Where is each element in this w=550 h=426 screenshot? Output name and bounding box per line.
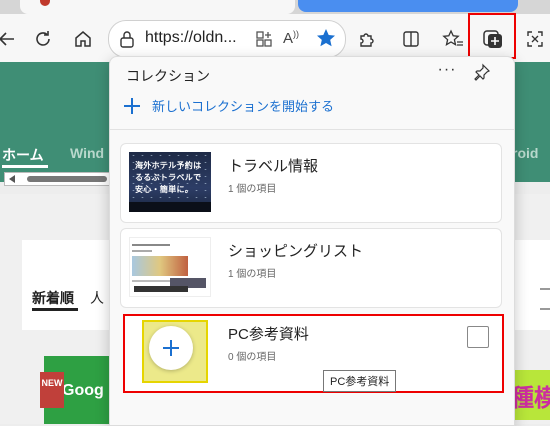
extensions-icon[interactable] bbox=[354, 26, 380, 52]
collections-highlight-box bbox=[468, 13, 516, 59]
page-menu-icon[interactable] bbox=[540, 288, 550, 310]
url-text[interactable]: https://oldn... bbox=[145, 29, 237, 47]
collection-thumbnail bbox=[129, 237, 211, 297]
favorites-icon[interactable] bbox=[440, 26, 466, 52]
page-nav-home[interactable]: ホーム bbox=[2, 145, 44, 165]
home-icon[interactable] bbox=[70, 26, 96, 52]
collection-name: トラベル情報 bbox=[228, 158, 319, 175]
address-bar[interactable]: https://oldn... A)) bbox=[108, 20, 346, 58]
collection-item-count: 1 個の項目 bbox=[228, 269, 277, 280]
lock-icon[interactable] bbox=[119, 30, 135, 53]
thumb-line-2: るるぶトラベルで bbox=[135, 173, 202, 182]
collection-select-checkbox[interactable] bbox=[467, 326, 489, 348]
page-side-card bbox=[512, 240, 550, 330]
collection-item-count: 1 個の項目 bbox=[228, 184, 277, 195]
collection-name: PC参考資料 bbox=[228, 326, 309, 343]
page-tab-newest[interactable]: 新着順 bbox=[32, 288, 74, 308]
collection-tooltip: PC参考資料 bbox=[323, 370, 397, 392]
collections-title: コレクション bbox=[126, 68, 210, 84]
page-nav-android[interactable]: roid bbox=[512, 145, 538, 161]
active-tab[interactable] bbox=[20, 0, 295, 14]
page-nav-windows[interactable]: Wind bbox=[70, 145, 104, 161]
pin-icon[interactable] bbox=[473, 63, 493, 83]
thumb-line-3: 安心・簡単に。 bbox=[135, 185, 194, 194]
read-aloud-icon[interactable]: A)) bbox=[283, 29, 299, 47]
page-nav-scrollbar[interactable] bbox=[4, 172, 110, 186]
collection-item-count: 0 個の項目 bbox=[228, 352, 277, 363]
start-new-collection-button[interactable]: 新しいコレクションを開始する bbox=[124, 96, 334, 115]
page-new-badge: NEW bbox=[40, 372, 64, 408]
more-options-icon[interactable]: ··· bbox=[437, 61, 457, 81]
page-ad-text-right: 種模 bbox=[510, 385, 550, 412]
collection-card-travel[interactable]: 海外ホテル予約は るるぶトラベルで 安心・簡単に。 トラベル情報 1 個の項目 bbox=[120, 143, 502, 223]
collection-name: ショッピングリスト bbox=[228, 243, 364, 260]
favorite-star-icon[interactable] bbox=[315, 27, 337, 54]
start-new-collection-label: 新しいコレクションを開始する bbox=[152, 99, 335, 114]
page-tab-popular[interactable]: 人 bbox=[90, 288, 104, 308]
collection-card-shopping[interactable]: ショッピングリスト 1 個の項目 bbox=[120, 228, 502, 308]
back-icon[interactable] bbox=[0, 26, 20, 52]
add-icon bbox=[163, 340, 179, 356]
page-nav-home-underline bbox=[2, 165, 48, 168]
app-available-icon[interactable] bbox=[255, 30, 273, 53]
collections-panel: コレクション ··· 新しいコレクションを開始する 海外ホテル予約は るるぶトラ… bbox=[109, 56, 515, 426]
inactive-tab[interactable] bbox=[298, 0, 518, 12]
panel-divider bbox=[110, 129, 514, 130]
plus-icon bbox=[124, 97, 140, 114]
collection-thumbnail: 海外ホテル予約は るるぶトラベルで 安心・簡単に。 bbox=[129, 152, 211, 212]
refresh-icon[interactable] bbox=[30, 26, 56, 52]
thumb-line-1: 海外ホテル予約は bbox=[135, 161, 202, 170]
page-ad-text: Goog bbox=[62, 382, 104, 399]
split-screen-icon[interactable] bbox=[398, 26, 424, 52]
collection-card-pc-reference[interactable]: PC参考資料 0 個の項目 bbox=[123, 314, 504, 393]
page-tab-newest-underline bbox=[32, 308, 78, 311]
screenshot-icon[interactable] bbox=[522, 26, 548, 52]
